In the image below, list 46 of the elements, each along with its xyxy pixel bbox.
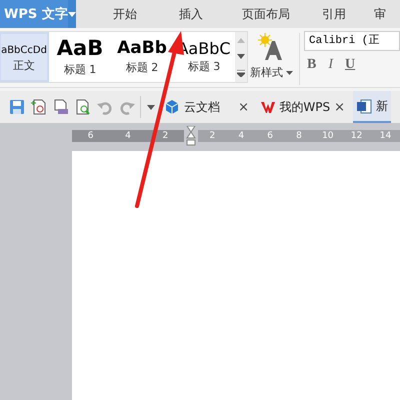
style-label: 标题 1 bbox=[64, 62, 96, 78]
style-label: 正文 bbox=[13, 58, 35, 73]
style-sample: AaB bbox=[56, 36, 104, 60]
style-label: 标题 2 bbox=[126, 60, 158, 75]
document-tab[interactable]: 云文档 × bbox=[161, 91, 257, 123]
document-tab[interactable]: 新 bbox=[353, 91, 391, 123]
ruler-number: 4 bbox=[237, 131, 246, 141]
document-icon bbox=[356, 98, 372, 114]
save-icon[interactable] bbox=[8, 98, 26, 116]
zoom-document-icon[interactable] bbox=[74, 98, 92, 116]
ruler-number: 6 bbox=[86, 131, 95, 141]
ruler-number: 2 bbox=[208, 131, 216, 141]
close-icon[interactable]: × bbox=[238, 100, 249, 114]
new-style-button[interactable]: 新样式 bbox=[248, 31, 296, 87]
cube-icon bbox=[164, 99, 180, 115]
ruler-number: 2 bbox=[161, 131, 170, 141]
style-sample: AaBb bbox=[117, 39, 167, 58]
w-logo-icon bbox=[260, 99, 276, 115]
style-sample: aBbCcDd bbox=[1, 45, 47, 56]
format-button[interactable]: U bbox=[342, 57, 358, 73]
format-button[interactable]: I bbox=[325, 57, 336, 73]
menu-tab[interactable]: 插入 bbox=[158, 0, 224, 28]
caret-icon bbox=[286, 70, 294, 74]
menu-tab[interactable]: 开始 bbox=[92, 0, 158, 28]
format-button[interactable]: B bbox=[304, 57, 320, 73]
expand-icon[interactable] bbox=[237, 70, 245, 76]
ruler-number: 8 bbox=[295, 131, 303, 141]
caret-icon bbox=[68, 12, 76, 16]
ruler-number: 6 bbox=[266, 131, 274, 141]
new-style-label: 新样式 bbox=[250, 65, 284, 80]
font-field[interactable]: Calibri (正 bbox=[304, 31, 400, 51]
scroll-down-icon[interactable] bbox=[237, 54, 245, 58]
style-label: 标题 3 bbox=[188, 59, 220, 74]
menu-tab[interactable]: 引用 bbox=[308, 0, 360, 28]
close-icon[interactable]: × bbox=[334, 100, 345, 114]
document-icon[interactable] bbox=[30, 98, 48, 116]
menu-tab[interactable]: 页面布局 bbox=[224, 0, 308, 28]
ruler-number: 10 bbox=[321, 131, 335, 141]
indent-marker[interactable] bbox=[186, 126, 196, 146]
menu-tab[interactable]: 审 bbox=[360, 0, 400, 28]
ruler-number: 4 bbox=[124, 131, 132, 141]
print-preview-icon[interactable] bbox=[52, 98, 70, 116]
ruler-number: 12 bbox=[350, 131, 364, 141]
document-tab[interactable]: 我的WPS × bbox=[257, 91, 353, 123]
ruler-number: 14 bbox=[378, 131, 392, 141]
style-item[interactable]: aBbCcDd 正文 bbox=[0, 32, 49, 82]
